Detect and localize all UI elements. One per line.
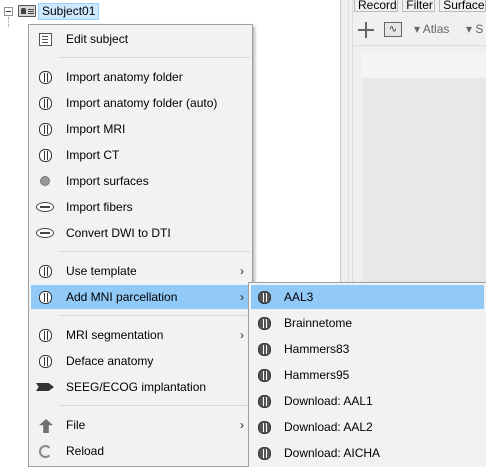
submenu-item-download-aal2[interactable]: Download: AAL2 bbox=[251, 415, 484, 439]
menu-separator bbox=[59, 405, 250, 406]
submenu-item-label: Download: AICHA bbox=[284, 446, 381, 460]
menu-item-seeg-ecog-implantation[interactable]: SEEG/ECOG implantation bbox=[31, 375, 250, 399]
menu-item-label: Import anatomy folder (auto) bbox=[66, 96, 218, 110]
menu-item-label: MRI segmentation bbox=[66, 328, 164, 342]
menu-separator bbox=[59, 251, 250, 252]
submenu-item-label: Brainnetome bbox=[284, 316, 353, 330]
brain-icon bbox=[39, 329, 52, 342]
menu-item-label: Import surfaces bbox=[66, 174, 149, 188]
menu-item-use-template[interactable]: Use template › bbox=[31, 259, 250, 283]
menu-item-label: Convert DWI to DTI bbox=[66, 226, 171, 240]
submenu-arrow-icon: › bbox=[240, 264, 244, 278]
menu-item-import-anatomy-folder[interactable]: Import anatomy folder bbox=[31, 65, 250, 89]
tree-connector bbox=[8, 17, 9, 27]
collapse-toggle-icon[interactable] bbox=[4, 7, 13, 16]
menu-item-import-ct[interactable]: Import CT bbox=[31, 143, 250, 167]
menu-item-convert-dwi-to-dti[interactable]: Convert DWI to DTI bbox=[31, 221, 250, 245]
menu-item-label: Import fibers bbox=[66, 200, 133, 214]
submenu-arrow-icon: › bbox=[240, 290, 244, 304]
menu-item-label: Add MNI parcellation bbox=[66, 290, 178, 304]
brain-icon bbox=[39, 71, 52, 84]
tab-filter[interactable]: Filter bbox=[402, 0, 436, 12]
menu-item-import-surfaces[interactable]: Import surfaces bbox=[31, 169, 250, 193]
brain-icon bbox=[258, 369, 271, 382]
brain-icon bbox=[39, 355, 52, 368]
more-label: S bbox=[475, 22, 484, 36]
submenu-item-label: Hammers95 bbox=[284, 368, 350, 382]
brain-icon bbox=[258, 291, 271, 304]
atlas-label: Atlas bbox=[422, 22, 450, 36]
menu-item-import-fibers[interactable]: Import fibers bbox=[31, 195, 250, 219]
submenu-item-brainnetome[interactable]: Brainnetome bbox=[251, 311, 484, 335]
menu-item-edit-subject[interactable]: Edit subject bbox=[31, 27, 250, 51]
brain-icon bbox=[258, 447, 271, 460]
menu-item-label: SEEG/ECOG implantation bbox=[66, 380, 207, 394]
brain-icon bbox=[39, 291, 52, 304]
waveform-icon[interactable]: ∿ bbox=[384, 22, 402, 37]
menu-item-deface-anatomy[interactable]: Deface anatomy bbox=[31, 349, 250, 373]
subject-label[interactable]: Subject01 bbox=[38, 3, 100, 20]
menu-item-label: Reload bbox=[66, 444, 105, 458]
brain-icon bbox=[39, 97, 52, 110]
menu-item-label: Edit subject bbox=[66, 32, 129, 46]
canvas-header bbox=[362, 52, 486, 78]
submenu-item-label: AAL3 bbox=[284, 290, 314, 304]
atlas-dropdown[interactable]: ▾ Atlas bbox=[414, 22, 449, 36]
tree-row-subject[interactable]: Subject01 bbox=[0, 0, 340, 27]
panel-tabs: Record Filter Surface bbox=[354, 0, 486, 12]
submenu-item-hammers95[interactable]: Hammers95 bbox=[251, 363, 484, 387]
tab-record[interactable]: Record bbox=[354, 0, 399, 12]
menu-item-add-mni-parcellation[interactable]: Add MNI parcellation › bbox=[31, 285, 250, 309]
context-menu: Edit subject Import anatomy folder Impor… bbox=[28, 24, 253, 467]
crosshair-icon[interactable] bbox=[358, 22, 374, 38]
file-icon bbox=[39, 419, 53, 433]
menu-item-label: Import CT bbox=[66, 148, 120, 162]
menu-item-reload[interactable]: Reload bbox=[31, 439, 250, 463]
submenu-arrow-icon: › bbox=[240, 418, 244, 432]
edit-icon bbox=[39, 33, 52, 46]
submenu-item-download-aicha[interactable]: Download: AICHA bbox=[251, 441, 484, 465]
more-dropdown[interactable]: ▾ S bbox=[466, 22, 486, 36]
menu-separator bbox=[59, 315, 250, 316]
submenu-item-aal3[interactable]: AAL3 bbox=[251, 285, 484, 309]
menu-item-label: Import anatomy folder bbox=[66, 70, 183, 84]
menu-item-import-mri[interactable]: Import MRI bbox=[31, 117, 250, 141]
fibers-icon bbox=[36, 202, 54, 212]
brain-icon bbox=[258, 395, 271, 408]
menu-item-label: File bbox=[66, 418, 86, 432]
submenu-item-label: Hammers83 bbox=[284, 342, 350, 356]
subject-icon bbox=[18, 5, 36, 17]
brain-icon bbox=[39, 123, 52, 136]
menu-item-label: Deface anatomy bbox=[66, 354, 154, 368]
submenu-item-hammers83[interactable]: Hammers83 bbox=[251, 337, 484, 361]
tab-surface[interactable]: Surface bbox=[439, 0, 486, 12]
brain-icon bbox=[258, 421, 271, 434]
menu-item-label: Use template bbox=[66, 264, 137, 278]
fibers-icon bbox=[36, 228, 54, 238]
brain-icon bbox=[258, 317, 271, 330]
reload-icon bbox=[39, 445, 52, 458]
menu-separator bbox=[59, 57, 250, 58]
submenu-item-label: Download: AAL1 bbox=[284, 394, 373, 408]
submenu-item-download-aal1[interactable]: Download: AAL1 bbox=[251, 389, 484, 413]
brain-ct-icon bbox=[39, 149, 52, 162]
menu-item-file[interactable]: File › bbox=[31, 413, 250, 437]
mni-parcellation-submenu: AAL3 Brainnetome Hammers83 Hammers95 Dow… bbox=[248, 282, 486, 467]
submenu-item-label: Download: AAL2 bbox=[284, 420, 373, 434]
menu-item-import-anatomy-folder-auto[interactable]: Import anatomy folder (auto) bbox=[31, 91, 250, 115]
seeg-icon bbox=[36, 383, 54, 391]
menu-item-mri-segmentation[interactable]: MRI segmentation › bbox=[31, 323, 250, 347]
menu-item-label: Import MRI bbox=[66, 122, 126, 136]
panel-toolbar: ∿ ▾ Atlas ▾ S bbox=[354, 14, 486, 46]
surface-icon bbox=[40, 176, 50, 186]
submenu-arrow-icon: › bbox=[240, 328, 244, 342]
brain-icon bbox=[39, 265, 52, 278]
brain-icon bbox=[258, 343, 271, 356]
